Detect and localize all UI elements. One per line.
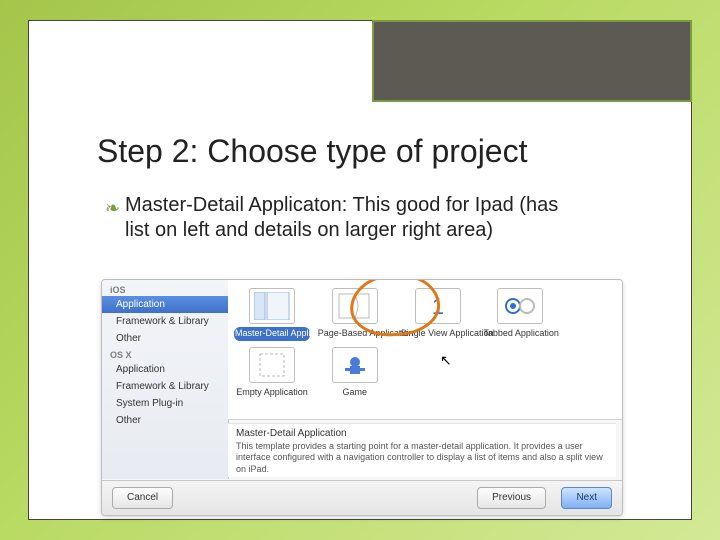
sidebar-header-ios: iOS	[102, 282, 228, 296]
game-icon	[332, 347, 378, 383]
next-button[interactable]: Next	[561, 487, 612, 509]
sidebar-header-osx: OS X	[102, 347, 228, 361]
template-master-detail[interactable]: Master-Detail Application	[234, 288, 310, 341]
empty-app-icon	[249, 347, 295, 383]
single-view-icon: 1	[415, 288, 461, 324]
svg-text:1: 1	[431, 294, 443, 319]
slide-body: ❧ Master-Detail Applicaton: This good fo…	[125, 193, 581, 243]
template-tabbed[interactable]: Tabbed Application	[482, 288, 558, 341]
previous-button[interactable]: Previous	[477, 487, 546, 509]
dialog-sidebar: iOS Application Framework & Library Othe…	[102, 280, 229, 479]
tabbed-icon	[497, 288, 543, 324]
sidebar-item-osx-other[interactable]: Other	[102, 412, 228, 429]
slide-bullet-text: Master-Detail Applicaton: This good for …	[125, 194, 558, 241]
sidebar-item-ios-other[interactable]: Other	[102, 330, 228, 347]
description-title: Master-Detail Application	[236, 428, 608, 439]
sidebar-item-osx-application[interactable]: Application	[102, 361, 228, 378]
template-empty[interactable]: Empty Application	[234, 347, 310, 400]
xcode-dialog-screenshot: iOS Application Framework & Library Othe…	[101, 279, 621, 514]
slide-accent-box	[372, 20, 692, 102]
template-label: Single View Application	[400, 327, 476, 341]
template-game[interactable]: Game	[317, 347, 393, 400]
slide-title: Step 2: Choose type of project	[97, 133, 527, 170]
template-label: Page-Based Application	[317, 327, 393, 341]
template-description: Master-Detail Application This template …	[228, 423, 616, 477]
template-page-based[interactable]: Page-Based Application	[317, 288, 393, 341]
sidebar-item-ios-framework[interactable]: Framework & Library	[102, 313, 228, 330]
template-grid: Master-Detail Application Page-Based App…	[228, 280, 622, 420]
cancel-button[interactable]: Cancel	[112, 487, 173, 509]
template-chooser-dialog: iOS Application Framework & Library Othe…	[101, 279, 623, 516]
master-detail-icon	[249, 288, 295, 324]
slide-card: Step 2: Choose type of project ❧ Master-…	[28, 20, 692, 520]
template-label: Game	[317, 386, 393, 400]
template-label: Empty Application	[234, 386, 310, 400]
description-body: This template provides a starting point …	[236, 441, 608, 475]
sidebar-item-osx-plugin[interactable]: System Plug-in	[102, 395, 228, 412]
page-based-icon	[332, 288, 378, 324]
bullet-icon: ❧	[105, 197, 120, 220]
template-single-view[interactable]: 1 Single View Application	[400, 288, 476, 341]
sidebar-item-ios-application[interactable]: Application	[102, 296, 228, 313]
template-label: Tabbed Application	[482, 327, 558, 341]
sidebar-item-osx-framework[interactable]: Framework & Library	[102, 378, 228, 395]
template-label: Master-Detail Application	[234, 327, 310, 341]
slide: Step 2: Choose type of project ❧ Master-…	[0, 0, 720, 540]
dialog-footer: Cancel Previous Next	[102, 480, 622, 515]
